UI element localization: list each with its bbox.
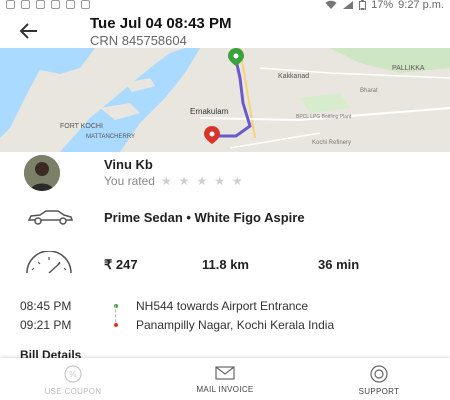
- route-connector: [115, 305, 117, 322]
- map-label: Kakkanad: [278, 73, 309, 80]
- notification-icon: [51, 0, 60, 9]
- drop-location: Panampilly Nagar, Kochi Kerala India: [136, 318, 335, 332]
- notification-icon: [36, 0, 45, 9]
- notification-icons: [6, 0, 90, 9]
- trip-duration: 36 min: [318, 257, 360, 272]
- notification-icon: [21, 0, 30, 9]
- fare-amount: ₹ 247: [104, 257, 138, 272]
- mail-invoice-label: MAIL INVOICE: [196, 385, 254, 394]
- drop-time: 09:21 PM: [20, 318, 72, 332]
- map-label: MATTANCHERRY: [86, 134, 135, 140]
- svg-text:%: %: [69, 370, 76, 379]
- use-coupon-label: USE COUPON: [44, 387, 102, 396]
- wifi-icon: [325, 0, 337, 10]
- driver-name: Vinu Kb: [104, 157, 153, 172]
- drop-dot-icon: [114, 323, 118, 327]
- vehicle-row: Prime Sedan • White Figo Aspire: [0, 196, 450, 241]
- rated-label: You rated: [104, 174, 155, 188]
- pickup-location: NH544 towards Airport Entrance: [136, 299, 309, 313]
- use-coupon-button[interactable]: % USE COUPON: [28, 364, 118, 396]
- car-icon: [27, 210, 74, 225]
- support-label: SUPPORT: [358, 387, 400, 396]
- map-label: Kochi Refinery: [312, 140, 351, 146]
- star-icon[interactable]: ★: [232, 174, 243, 188]
- notification-icon: [81, 0, 90, 9]
- support-icon: [370, 365, 388, 383]
- ride-header: Tue Jul 04 08:43 PM CRN 845758604: [0, 10, 450, 52]
- star-icon[interactable]: ★: [214, 174, 225, 188]
- star-icon[interactable]: ★: [196, 174, 207, 188]
- notification-icon: [6, 0, 15, 9]
- fare-row: ₹ 247 11.8 km 36 min: [0, 240, 450, 287]
- coupon-icon: %: [64, 365, 82, 383]
- mail-icon: [215, 366, 235, 380]
- ride-datetime: Tue Jul 04 08:43 PM: [90, 15, 232, 32]
- map-label: Ernakulam: [190, 107, 229, 116]
- back-button[interactable]: [18, 20, 40, 42]
- support-button[interactable]: SUPPORT: [334, 364, 424, 396]
- route-details: 08:45 PM NH544 towards Airport Entrance …: [0, 286, 450, 342]
- route-map[interactable]: Kakkanad PALLIKKA Ernakulam FORT KOCHI M…: [0, 48, 450, 152]
- map-label: PALLIKKA: [392, 65, 425, 72]
- notification-icon: [66, 0, 75, 9]
- driver-rating: You rated ★ ★ ★ ★ ★: [104, 174, 243, 188]
- star-icon[interactable]: ★: [179, 174, 190, 188]
- avatar: [24, 155, 60, 191]
- star-icon[interactable]: ★: [161, 174, 172, 188]
- bottom-action-bar: % USE COUPON MAIL INVOICE SUPPORT: [0, 358, 450, 400]
- rating-stars[interactable]: ★ ★ ★ ★ ★: [161, 174, 243, 188]
- map-label: Bharat: [360, 88, 378, 94]
- arrow-left-icon: [19, 23, 37, 39]
- map-label: FORT KOCHI: [60, 123, 103, 130]
- signal-icon: [343, 1, 354, 9]
- crn-number: CRN 845758604: [90, 33, 187, 48]
- battery-icon: [359, 0, 367, 11]
- driver-row: Vinu Kb You rated ★ ★ ★ ★ ★: [0, 152, 450, 197]
- trip-distance: 11.8 km: [202, 257, 249, 272]
- map-label: BPCL LPG Bottling Plant: [296, 114, 352, 120]
- mail-invoice-button[interactable]: MAIL INVOICE: [180, 364, 270, 394]
- vehicle-description: Prime Sedan • White Figo Aspire: [104, 210, 305, 225]
- pickup-time: 08:45 PM: [20, 299, 72, 313]
- meter-icon: [26, 251, 72, 274]
